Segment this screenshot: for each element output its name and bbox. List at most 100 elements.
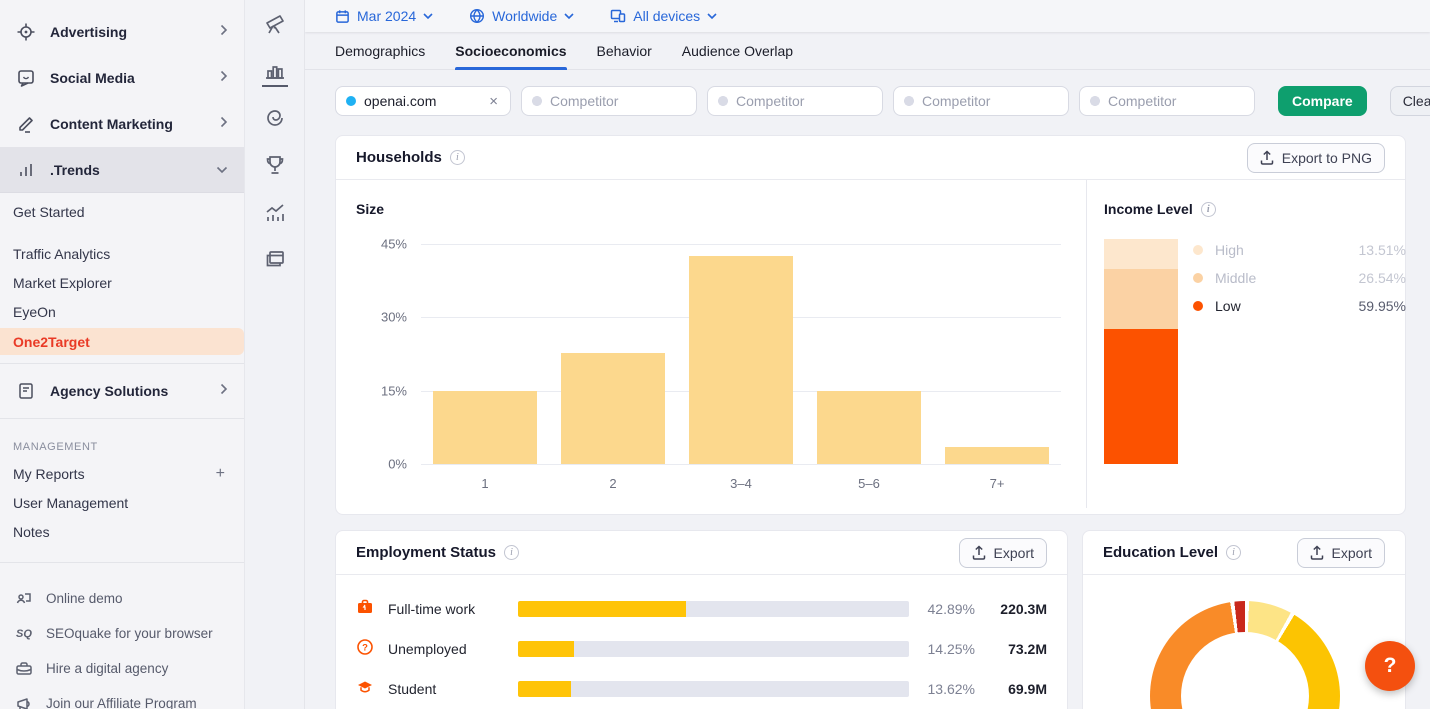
spiral-icon[interactable] bbox=[245, 94, 305, 141]
devices-icon bbox=[610, 8, 626, 24]
sidebar-item-one2target[interactable]: One2Target bbox=[0, 328, 244, 355]
gridline bbox=[421, 244, 1061, 245]
help-button[interactable]: ? bbox=[1365, 641, 1415, 691]
sidebar-item-trends[interactable]: .Trends bbox=[0, 147, 244, 193]
tab-behavior[interactable]: Behavior bbox=[597, 32, 652, 70]
export-button[interactable]: Export bbox=[959, 538, 1047, 568]
x-axis-label: 2 bbox=[609, 476, 616, 491]
legend-dot bbox=[1193, 273, 1203, 283]
panel-divider bbox=[1086, 180, 1087, 508]
sidebar-item-market-explorer[interactable]: Market Explorer bbox=[0, 268, 244, 297]
info-icon[interactable]: i bbox=[504, 545, 519, 560]
income-stacked-bar bbox=[1104, 239, 1178, 464]
education-donut bbox=[1150, 601, 1340, 709]
sidebar-item-user-management[interactable]: User Management bbox=[0, 488, 244, 517]
pencil-icon bbox=[16, 114, 36, 134]
income-legend-row: High 13.51% 69.4M bbox=[1193, 236, 1430, 264]
divider bbox=[0, 363, 244, 364]
sidebar-item-traffic-analytics[interactable]: Traffic Analytics bbox=[0, 239, 244, 268]
sidebar-item-advertising[interactable]: Advertising bbox=[0, 9, 244, 55]
employment-bar-fill bbox=[518, 601, 686, 617]
households-header: Households i Export to PNG bbox=[336, 136, 1405, 180]
filter-bar: Mar 2024 Worldwide All devices bbox=[305, 0, 1430, 32]
sidebar-item-my-reports[interactable]: My Reports + bbox=[0, 459, 244, 488]
tab-socioeconomics[interactable]: Socioeconomics bbox=[455, 32, 566, 70]
competitor-input-1[interactable] bbox=[521, 86, 697, 116]
employment-row: Student 13.62% 69.9M bbox=[356, 669, 1047, 709]
employment-header: Employment Status i Export bbox=[336, 531, 1067, 575]
sidebar-item-seoquake[interactable]: SQ SEOquake for your browser bbox=[0, 616, 244, 651]
households-card: Households i Export to PNG Size 45%30%15… bbox=[335, 135, 1406, 515]
add-report-button[interactable]: + bbox=[216, 465, 231, 483]
competitor-input-2[interactable] bbox=[707, 86, 883, 116]
sidebar-item-affiliate-program[interactable]: Join our Affiliate Program bbox=[0, 686, 244, 709]
info-icon[interactable]: i bbox=[450, 150, 465, 165]
income-segment bbox=[1104, 329, 1178, 464]
sidebar-item-hire-agency[interactable]: Hire a digital agency bbox=[0, 651, 244, 686]
x-axis-label: 3–4 bbox=[730, 476, 752, 491]
x-axis-label: 7+ bbox=[990, 476, 1005, 491]
chevron-right-icon bbox=[220, 69, 228, 87]
legend-dot bbox=[1193, 301, 1203, 311]
chevron-down-icon bbox=[564, 13, 574, 20]
chevron-right-icon bbox=[220, 115, 228, 133]
size-chart-plot: 45%30%15%0%123–45–67+ bbox=[421, 244, 1061, 464]
employment-bar-track bbox=[518, 681, 909, 697]
main-domain-chip[interactable]: openai.com × bbox=[335, 86, 511, 116]
size-chart-title: Size bbox=[356, 201, 384, 217]
briefcase-icon bbox=[356, 598, 380, 621]
date-filter-dropdown[interactable]: Mar 2024 bbox=[335, 8, 433, 24]
sidebar-item-eyeon[interactable]: EyeOn bbox=[0, 297, 244, 326]
sidebar-item-online-demo[interactable]: Online demo bbox=[0, 581, 244, 616]
clear-button[interactable]: Clear bbox=[1390, 86, 1430, 116]
chevron-down-icon bbox=[707, 13, 717, 20]
y-axis-tick: 45% bbox=[381, 237, 407, 252]
document-icon bbox=[16, 381, 36, 401]
compare-button[interactable]: Compare bbox=[1278, 86, 1367, 116]
info-icon[interactable]: i bbox=[1226, 545, 1241, 560]
location-filter-dropdown[interactable]: Worldwide bbox=[469, 8, 574, 24]
browser-windows-icon[interactable] bbox=[245, 235, 305, 282]
competitor-input-4[interactable] bbox=[1079, 86, 1255, 116]
export-png-button[interactable]: Export to PNG bbox=[1247, 143, 1385, 173]
sidebar-item-agency-solutions[interactable]: Agency Solutions bbox=[0, 372, 244, 410]
employment-title: Employment Status bbox=[356, 544, 496, 561]
info-icon[interactable]: i bbox=[1201, 202, 1216, 217]
sidebar-item-social-media[interactable]: Social Media bbox=[0, 55, 244, 101]
sidebar-item-get-started[interactable]: Get Started bbox=[0, 193, 244, 231]
target-icon bbox=[16, 22, 36, 42]
remove-domain-icon[interactable]: × bbox=[487, 93, 500, 110]
education-header: Education Level i Export bbox=[1083, 531, 1405, 575]
trophy-icon[interactable] bbox=[245, 141, 305, 188]
calendar-icon bbox=[335, 9, 350, 24]
trend-line-chart-icon[interactable] bbox=[245, 188, 305, 235]
x-axis-label: 5–6 bbox=[858, 476, 880, 491]
income-legend: High 13.51% 69.4M Middle 26.54% 136.3M L… bbox=[1193, 236, 1430, 320]
competitor-input-row: openai.com × Compare Clear bbox=[335, 86, 1430, 116]
competitor-input-3[interactable] bbox=[893, 86, 1069, 116]
main-domain-label: openai.com bbox=[364, 93, 479, 109]
sidebar: Advertising Social Media Content Marketi… bbox=[0, 0, 245, 709]
bar-chart-icon bbox=[16, 160, 36, 180]
sidebar-item-content-marketing[interactable]: Content Marketing bbox=[0, 101, 244, 147]
tab-audience-overlap[interactable]: Audience Overlap bbox=[682, 32, 793, 70]
income-level-title: Income Level i bbox=[1104, 201, 1216, 217]
tab-demographics[interactable]: Demographics bbox=[335, 32, 425, 70]
export-button[interactable]: Export bbox=[1297, 538, 1385, 568]
income-legend-row: Low 59.95% 307.9M bbox=[1193, 292, 1430, 320]
telescope-icon[interactable] bbox=[245, 0, 305, 47]
employment-bar-fill bbox=[518, 681, 571, 697]
employment-bar-track bbox=[518, 641, 909, 657]
households-body: Size 45%30%15%0%123–45–67+ Income Level … bbox=[336, 180, 1405, 514]
size-bar bbox=[945, 447, 1049, 464]
y-axis-tick: 0% bbox=[388, 457, 407, 472]
divider bbox=[0, 418, 244, 419]
size-bar bbox=[689, 256, 793, 464]
rank-chart-icon[interactable] bbox=[245, 47, 305, 94]
sq-icon: SQ bbox=[14, 624, 34, 644]
megaphone-icon bbox=[14, 694, 34, 709]
sidebar-item-notes[interactable]: Notes bbox=[0, 517, 244, 546]
devices-filter-dropdown[interactable]: All devices bbox=[610, 8, 717, 24]
question-circle-icon: ? bbox=[356, 638, 380, 661]
report-tabs: Demographics Socioeconomics Behavior Aud… bbox=[305, 32, 1430, 70]
